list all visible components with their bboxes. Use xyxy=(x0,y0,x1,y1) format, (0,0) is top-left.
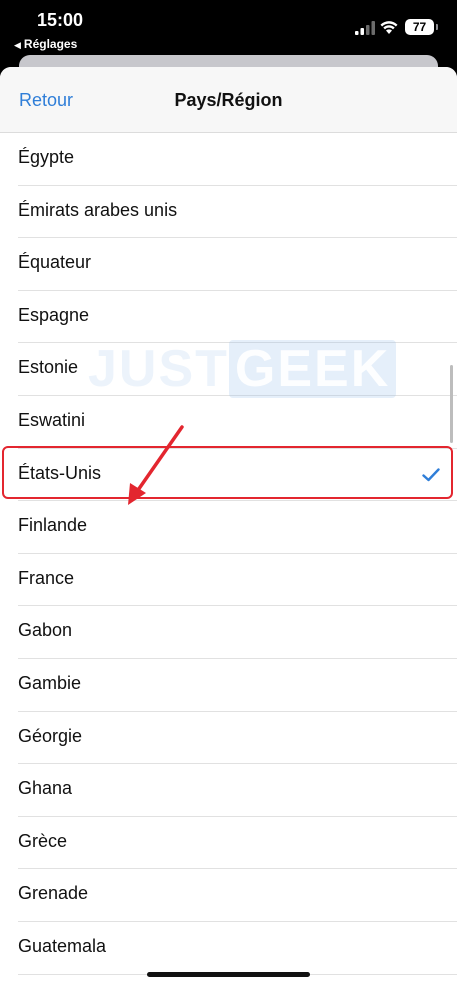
country-label: Égypte xyxy=(18,147,75,167)
country-label: Grèce xyxy=(18,830,68,851)
country-label: Estonie xyxy=(18,357,79,378)
list-item[interactable]: Guatemala xyxy=(0,922,457,975)
scrollbar[interactable] xyxy=(450,365,453,443)
selection-highlight-annotation xyxy=(2,446,453,499)
country-label: Eswatini xyxy=(18,409,86,430)
status-time: 15:00 xyxy=(37,10,84,30)
list-item[interactable]: Gabon xyxy=(0,606,457,659)
country-picker-sheet: Retour Pays/Région Égypte Émirats arabes… xyxy=(0,67,457,988)
country-label: Espagne xyxy=(18,304,90,325)
red-arrow-annotation xyxy=(128,425,184,505)
wifi-icon xyxy=(380,21,398,34)
list-item[interactable]: Émirats arabes unis xyxy=(0,186,457,239)
list-item[interactable]: Équateur xyxy=(0,238,457,291)
list-item[interactable]: Eswatini xyxy=(0,396,457,449)
back-to-app-link[interactable]: ◀ Réglages xyxy=(14,37,77,51)
country-label: Émirats arabes unis xyxy=(18,199,178,220)
page-title: Pays/Région xyxy=(174,90,283,110)
navigation-bar: Retour Pays/Région xyxy=(0,67,457,133)
country-label: Géorgie xyxy=(18,725,83,746)
list-item[interactable]: Gambie xyxy=(0,659,457,712)
country-label: Gambie xyxy=(18,672,82,693)
country-label: Guatemala xyxy=(18,935,107,956)
list-item[interactable]: Géorgie xyxy=(0,712,457,765)
list-item[interactable]: Égypte xyxy=(0,133,457,186)
list-item[interactable]: Finlande xyxy=(0,501,457,554)
home-indicator[interactable] xyxy=(147,972,310,977)
list-item[interactable]: France xyxy=(0,554,457,607)
country-label: Finlande xyxy=(18,515,88,536)
list-item[interactable]: Grenade xyxy=(0,869,457,922)
list-item[interactable]: Espagne xyxy=(0,291,457,344)
country-list: Égypte Émirats arabes unis Équateur Espa… xyxy=(0,133,457,975)
status-bar: 15:00 ◀ Réglages 77 xyxy=(0,0,457,55)
watermark-logo: JUST GEEK xyxy=(88,339,397,399)
list-item[interactable]: Ghana xyxy=(0,764,457,817)
country-label: Gabon xyxy=(18,620,73,641)
back-app-label: Réglages xyxy=(23,37,78,51)
cellular-signal-icon xyxy=(355,21,375,35)
country-label: France xyxy=(18,567,75,588)
list-item[interactable]: Grèce xyxy=(0,817,457,870)
country-label: Équateur xyxy=(18,252,92,273)
back-triangle-icon: ◀ xyxy=(14,40,21,50)
country-label: Ghana xyxy=(18,778,73,799)
country-label: Grenade xyxy=(18,883,89,904)
battery-icon: 77 xyxy=(405,19,438,35)
